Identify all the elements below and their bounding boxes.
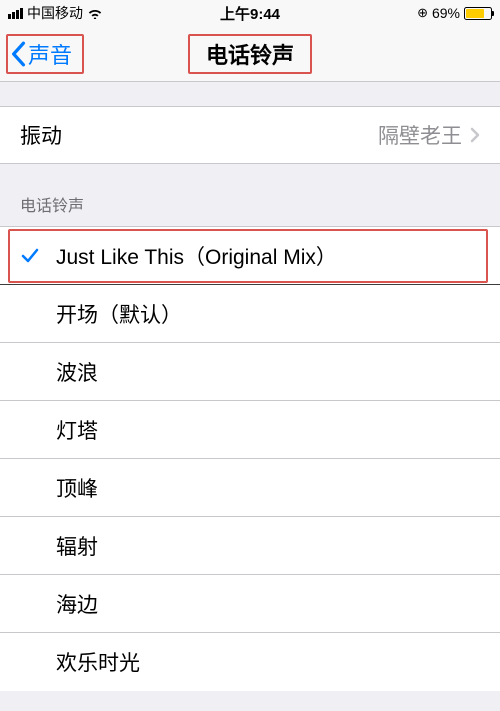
ringtone-row-selected[interactable]: Just Like This（Original Mix） bbox=[0, 227, 500, 285]
wifi-icon bbox=[87, 7, 103, 19]
chevron-left-icon bbox=[10, 41, 26, 67]
ringtone-label: 灯塔 bbox=[56, 415, 98, 445]
page-title: 电话铃声 bbox=[188, 34, 312, 74]
nav-bar: 声音 电话铃声 bbox=[0, 26, 500, 82]
ringtone-row[interactable]: 辐射 bbox=[0, 517, 500, 575]
ringtone-label: 欢乐时光 bbox=[56, 647, 140, 677]
ringtone-row[interactable]: 灯塔 bbox=[0, 401, 500, 459]
ringtone-label: 开场（默认） bbox=[56, 299, 182, 329]
status-left: 中国移动 bbox=[8, 3, 103, 23]
chevron-right-icon bbox=[470, 127, 480, 143]
ringtone-row[interactable]: 顶峰 bbox=[0, 459, 500, 517]
ringtone-label: Just Like This（Original Mix） bbox=[56, 241, 337, 271]
vibration-row[interactable]: 振动 隔壁老王 bbox=[0, 106, 500, 164]
ringtone-row[interactable]: 开场（默认） bbox=[0, 285, 500, 343]
ringtone-row[interactable]: 海边 bbox=[0, 575, 500, 633]
vibration-label: 振动 bbox=[20, 120, 62, 150]
check-col bbox=[20, 246, 56, 266]
status-bar: 中国移动 上午9:44 ⊕ 69% bbox=[0, 0, 500, 26]
vibration-value: 隔壁老王 bbox=[378, 120, 462, 150]
selected-ringtone-wrap: Just Like This（Original Mix） bbox=[0, 227, 500, 285]
ringtone-label: 顶峰 bbox=[56, 473, 98, 503]
clock-label: 上午9:44 bbox=[220, 3, 280, 24]
ringtone-row[interactable]: 波浪 bbox=[0, 343, 500, 401]
checkmark-icon bbox=[20, 246, 40, 266]
back-label: 声音 bbox=[28, 38, 72, 70]
battery-pct-label: 69% bbox=[432, 5, 460, 21]
ringtone-row[interactable]: 欢乐时光 bbox=[0, 633, 500, 691]
carrier-label: 中国移动 bbox=[27, 3, 83, 23]
nav-title-wrap: 电话铃声 bbox=[188, 34, 312, 74]
back-button[interactable]: 声音 bbox=[6, 34, 84, 74]
orientation-lock-icon: ⊕ bbox=[417, 5, 428, 21]
signal-icon bbox=[8, 8, 23, 19]
vibration-value-wrap: 隔壁老王 bbox=[378, 120, 480, 150]
section-header: 电话铃声 bbox=[0, 164, 500, 226]
ringtone-label: 波浪 bbox=[56, 357, 98, 387]
status-right: ⊕ 69% bbox=[417, 5, 492, 21]
ringtone-label: 海边 bbox=[56, 589, 98, 619]
battery-icon bbox=[464, 7, 492, 20]
ringtone-list: Just Like This（Original Mix） 开场（默认） 波浪 灯… bbox=[0, 226, 500, 691]
ringtone-label: 辐射 bbox=[56, 531, 98, 561]
